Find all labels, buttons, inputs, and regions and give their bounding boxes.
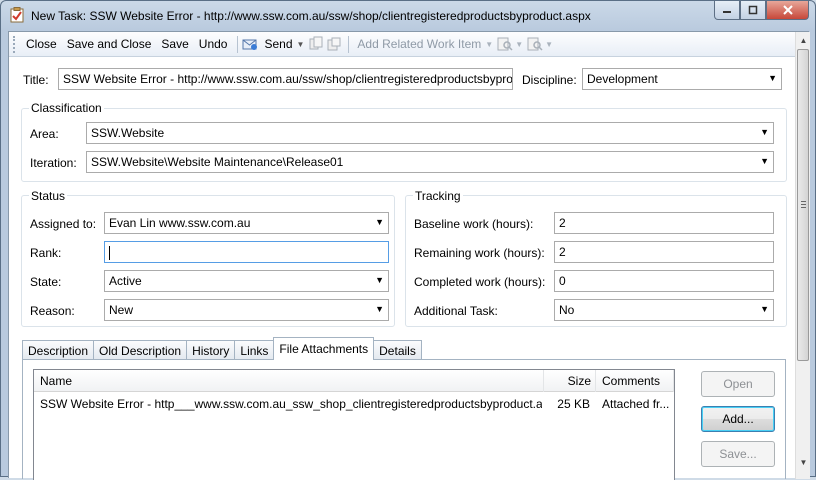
query-icon: [527, 36, 543, 52]
find-work-item-icon: [497, 36, 513, 52]
rank-input[interactable]: [104, 241, 389, 263]
remaining-work-input[interactable]: 2: [554, 241, 774, 263]
scroll-up-icon[interactable]: ▲: [796, 33, 811, 48]
tracking-heading: Tracking: [413, 189, 463, 203]
baseline-work-input[interactable]: 2: [554, 212, 774, 234]
baseline-work-label: Baseline work (hours):: [414, 217, 534, 231]
discipline-select[interactable]: Development ▼: [582, 68, 782, 90]
assigned-to-label: Assigned to:: [30, 217, 97, 231]
file-attachments-panel: Name Size Comments SSW Website Error - h…: [22, 359, 786, 480]
tab-old-description[interactable]: Old Description: [93, 340, 188, 360]
scrollbar-thumb[interactable]: [797, 49, 809, 361]
save-and-close-button[interactable]: Save and Close: [63, 35, 156, 53]
save-attachment-button[interactable]: Save...: [701, 441, 775, 467]
chevron-down-icon[interactable]: ▼: [768, 73, 777, 83]
column-header-name[interactable]: Name: [34, 370, 544, 392]
maximize-icon[interactable]: [740, 1, 766, 20]
iteration-select[interactable]: SSW.Website\Website Maintenance\Release0…: [86, 151, 774, 173]
chevron-down-icon[interactable]: ▼: [375, 217, 384, 227]
window-title: New Task: SSW Website Error - http://www…: [31, 9, 591, 23]
assigned-to-select[interactable]: Evan Lin www.ssw.com.au ▼: [104, 212, 389, 234]
close-button[interactable]: Close: [22, 35, 61, 53]
close-icon[interactable]: [766, 1, 809, 20]
copy-work-item-icon: [308, 36, 324, 52]
additional-task-label: Additional Task:: [414, 304, 498, 318]
work-item-window: New Task: SSW Website Error - http://www…: [0, 0, 816, 480]
state-select[interactable]: Active ▼: [104, 270, 389, 292]
task-form-icon: [10, 7, 24, 23]
table-row[interactable]: SSW Website Error - http___www.ssw.com.a…: [34, 393, 674, 415]
title-field[interactable]: SSW Website Error - http://www.ssw.com.a…: [58, 68, 513, 90]
form-body: Close Save and Close Save Undo Send ▼ Ad…: [8, 31, 810, 480]
attachment-name: SSW Website Error - http___www.ssw.com.a…: [40, 397, 542, 411]
send-dropdown-icon[interactable]: ▼: [297, 40, 305, 49]
title-value: SSW Website Error - http://www.ssw.com.a…: [63, 72, 513, 86]
title-bar[interactable]: New Task: SSW Website Error - http://www…: [1, 1, 815, 31]
minimize-icon[interactable]: [714, 1, 740, 20]
toolbar-grip-icon[interactable]: [13, 35, 16, 53]
attachments-list[interactable]: Name Size Comments SSW Website Error - h…: [33, 369, 675, 480]
discipline-value: Development: [587, 72, 658, 86]
classification-heading: Classification: [29, 101, 104, 115]
toolbar-separator: [348, 35, 350, 53]
remaining-work-label: Remaining work (hours):: [414, 246, 545, 260]
rank-label: Rank:: [30, 246, 62, 260]
state-value: Active: [109, 274, 142, 288]
add-related-work-item-button[interactable]: Add Related Work Item: [353, 35, 485, 53]
tab-history[interactable]: History: [186, 340, 236, 360]
toolbar: Close Save and Close Save Undo Send ▼ Ad…: [9, 32, 795, 57]
text-cursor: [109, 245, 110, 260]
toolbar-separator: [237, 35, 239, 53]
completed-work-label: Completed work (hours):: [414, 275, 546, 289]
column-header-comments[interactable]: Comments: [596, 370, 674, 392]
attachment-size: 25 KB: [557, 397, 590, 411]
iteration-value: SSW.Website\Website Maintenance\Release0…: [91, 155, 344, 169]
vertical-scrollbar[interactable]: ▲ ▼: [795, 32, 810, 479]
save-button[interactable]: Save: [157, 35, 192, 53]
send-mail-icon[interactable]: [242, 36, 258, 52]
area-select[interactable]: SSW.Website ▼: [86, 122, 774, 144]
assigned-to-value: Evan Lin www.ssw.com.au: [109, 216, 251, 230]
open-button[interactable]: Open: [701, 371, 775, 397]
chevron-down-icon[interactable]: ▼: [760, 304, 769, 314]
window-controls: [714, 1, 809, 20]
scroll-down-icon[interactable]: ▼: [796, 455, 811, 470]
send-button[interactable]: Send: [260, 35, 296, 53]
reason-select[interactable]: New ▼: [104, 299, 389, 321]
state-label: State:: [30, 275, 62, 289]
scrollbar-grip-icon: [801, 201, 806, 208]
attachments-list-header: Name Size Comments: [34, 370, 674, 392]
baseline-work-value: 2: [559, 216, 566, 230]
chevron-down-icon[interactable]: ▼: [375, 304, 384, 314]
area-value: SSW.Website: [91, 126, 165, 140]
completed-work-input[interactable]: 0: [554, 270, 774, 292]
reason-label: Reason:: [30, 304, 75, 318]
undo-button[interactable]: Undo: [195, 35, 232, 53]
reason-value: New: [109, 303, 134, 317]
chevron-down-icon[interactable]: ▼: [760, 127, 769, 137]
tab-strip: Description Old Description History Link…: [22, 337, 422, 360]
iteration-label: Iteration:: [30, 156, 77, 170]
additional-task-select[interactable]: No ▼: [554, 299, 774, 321]
tab-description[interactable]: Description: [22, 340, 95, 360]
discipline-label: Discipline:: [522, 73, 577, 87]
title-label: Title:: [23, 73, 49, 87]
tab-details[interactable]: Details: [373, 340, 422, 360]
additional-task-value: No: [559, 303, 575, 317]
new-linked-item-icon: [326, 36, 342, 52]
column-header-size[interactable]: Size: [544, 370, 596, 392]
chevron-down-icon[interactable]: ▼: [375, 275, 384, 285]
tab-file-attachments[interactable]: File Attachments: [273, 337, 375, 360]
query-dropdown-icon[interactable]: ▼: [545, 40, 553, 49]
status-heading: Status: [29, 189, 68, 203]
area-label: Area:: [30, 127, 59, 141]
remaining-work-value: 2: [559, 245, 566, 259]
completed-work-value: 0: [559, 274, 566, 288]
chevron-down-icon[interactable]: ▼: [760, 156, 769, 166]
attachment-comments: Attached fr...: [602, 397, 670, 411]
add-attachment-button[interactable]: Add...: [701, 406, 775, 432]
add-related-dropdown-icon[interactable]: ▼: [485, 40, 493, 49]
find-dropdown-icon[interactable]: ▼: [515, 40, 523, 49]
tab-links[interactable]: Links: [234, 340, 275, 360]
